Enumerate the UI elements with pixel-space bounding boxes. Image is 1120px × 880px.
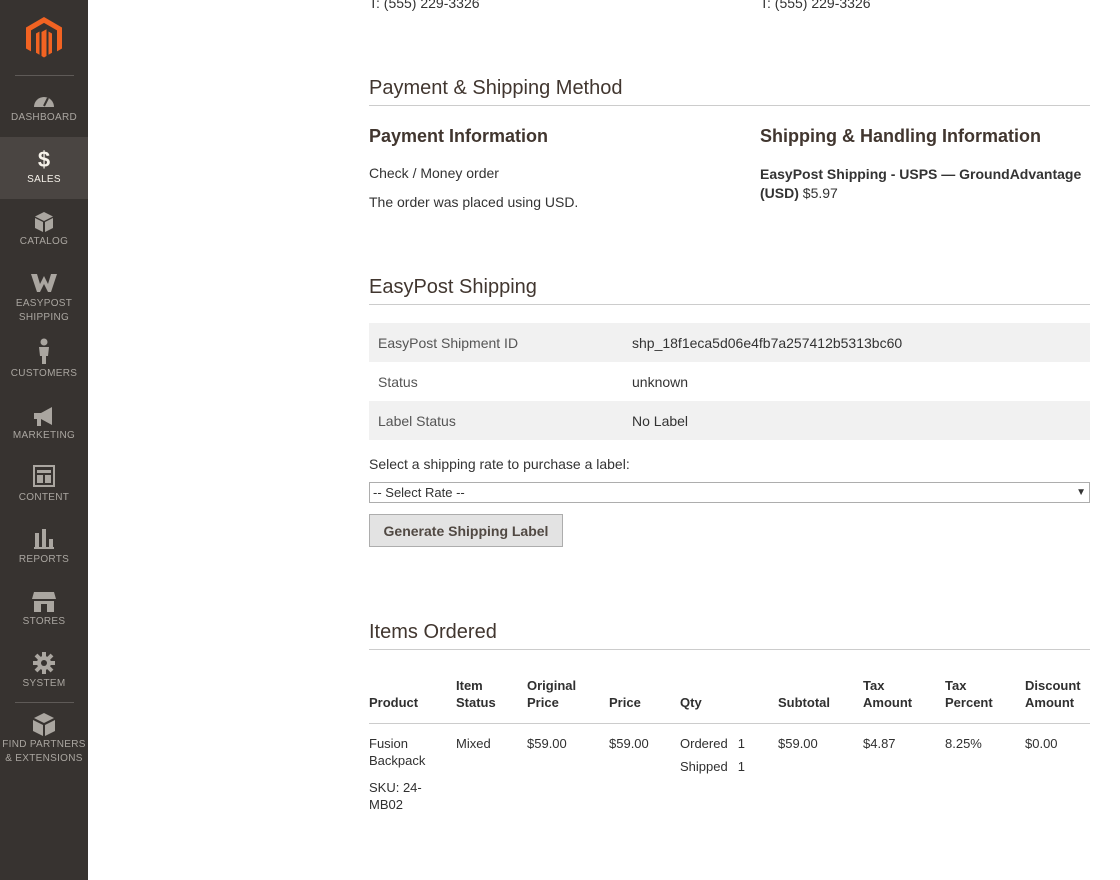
items-ordered-section-title: Items Ordered	[369, 621, 1090, 650]
store-icon	[0, 592, 88, 612]
sidebar-item-label: Content	[18, 492, 70, 503]
col-item-status: Item Status	[456, 670, 527, 724]
qty-shipped: Shipped 1	[680, 758, 745, 774]
shipping-phone: T: (555) 229-3326	[760, 0, 871, 11]
discount-amount-cell: $0.00	[1025, 735, 1058, 751]
table-header-row: Product Item Status Original Price Price Q…	[369, 670, 1090, 724]
shipping-method-line1: EasyPost Shipping - USPS — GroundAdvanta…	[760, 166, 1082, 182]
sidebar-item-reports[interactable]: Reports	[0, 519, 88, 581]
status-label: Status	[378, 373, 418, 390]
easypost-section-title: EasyPost Shipping	[369, 276, 1090, 305]
sidebar-item-label: Stores	[22, 616, 66, 627]
col-original-price: Original Price	[527, 670, 609, 724]
shipment-id-label: EasyPost Shipment ID	[369, 323, 623, 362]
col-tax-percent: Tax Percent	[945, 670, 1025, 724]
shipment-id-value: shp_18f1eca5d06e4fb7a257412b5313bc60	[623, 323, 1090, 362]
sidebar-item-customers[interactable]: Customers	[0, 333, 88, 395]
table-row: Label Status No Label	[369, 401, 1090, 440]
sidebar-item-label: Catalog	[19, 236, 69, 247]
sidebar-item-label: Marketing	[12, 430, 76, 441]
generate-shipping-label-button[interactable]: Generate Shipping Label	[369, 514, 563, 547]
cube-icon	[0, 211, 88, 233]
sidebar-item-content[interactable]: Content	[0, 457, 88, 519]
boxes-icon	[0, 713, 88, 737]
chevron-down-icon: ▼	[1076, 487, 1086, 498]
megaphone-icon	[0, 407, 88, 427]
sidebar-item-label: Find Partners & Extensions	[2, 739, 86, 764]
sidebar-item-label: Reports	[18, 554, 70, 565]
sidebar-item-label: EasyPost Shipping	[15, 298, 73, 323]
select-rate-label: Select a shipping rate to purchase a lab…	[369, 456, 630, 472]
table-row: EasyPost Shipment ID shp_18f1eca5d06e4fb…	[369, 323, 1090, 362]
sidebar-item-catalog[interactable]: Catalog	[0, 199, 88, 261]
gear-icon	[0, 652, 88, 674]
sidebar-item-dashboard[interactable]: Dashboard	[0, 76, 88, 138]
qty-ordered: Ordered 1	[680, 735, 745, 751]
sidebar-item-label: Sales	[27, 174, 61, 185]
col-qty: Qty	[680, 670, 778, 724]
easypost-icon	[0, 274, 88, 292]
select-rate-value: -- Select Rate --	[373, 485, 465, 500]
bar-chart-icon	[0, 529, 88, 549]
sidebar-item-label: Dashboard	[10, 112, 78, 123]
sidebar-item-label: System	[22, 678, 66, 689]
product-cell: Fusion Backpack SKU: 24- MB02	[369, 723, 456, 813]
currency-note: The order was placed using USD.	[369, 194, 579, 210]
sidebar-item-easypost-shipping[interactable]: EasyPost Shipping	[0, 261, 88, 333]
original-price-cell: $59.00	[527, 735, 567, 751]
sidebar-item-stores[interactable]: Stores	[0, 581, 88, 643]
shipping-method-line2: (USD)	[760, 185, 799, 201]
qty-cell: Ordered 1 Shipped 1	[680, 723, 778, 813]
person-icon	[0, 338, 88, 364]
label-status-label: Label Status	[369, 401, 623, 440]
table-row: Status unknown	[369, 362, 1090, 401]
sidebar-item-sales[interactable]: $ Sales	[0, 137, 88, 199]
payment-method: Check / Money order	[369, 165, 499, 181]
col-subtotal: Subtotal	[778, 670, 863, 724]
sidebar-divider	[15, 702, 74, 703]
col-product: Product	[369, 670, 456, 724]
sidebar-item-label: Customers	[10, 368, 78, 379]
payment-shipping-section-title: Payment & Shipping Method	[369, 77, 1090, 106]
subtotal-cell: $59.00	[778, 735, 818, 751]
dollar-icon: $	[37, 147, 51, 172]
col-price: Price	[609, 670, 680, 724]
shipping-price: $5.97	[802, 185, 838, 201]
magento-logo-icon	[26, 17, 62, 58]
col-tax-amount: Tax Amount	[863, 670, 945, 724]
dashboard-icon	[0, 92, 88, 108]
magento-logo[interactable]	[0, 0, 88, 75]
shipping-info-title: Shipping & Handling Information	[760, 126, 1041, 146]
tax-amount-cell: $4.87	[863, 735, 896, 751]
sidebar-item-marketing[interactable]: Marketing	[0, 395, 88, 457]
label-status-value: No Label	[623, 401, 1090, 440]
shipping-rate-select[interactable]: -- Select Rate -- ▼	[369, 482, 1090, 503]
price-cell: $59.00	[609, 735, 649, 751]
sidebar-item-find-partners[interactable]: Find Partners & Extensions	[0, 705, 88, 777]
product-sku: SKU: 24- MB02	[369, 779, 422, 812]
product-name: Fusion Backpack	[369, 735, 426, 768]
admin-sidebar: Dashboard $ Sales Catalog EasyPost Shipp…	[0, 0, 88, 880]
table-row: Fusion Backpack SKU: 24- MB02 Mixed $59.00…	[369, 723, 1090, 813]
item-status-cell: Mixed	[456, 735, 491, 751]
shipping-method: EasyPost Shipping - USPS — GroundAdvanta…	[760, 165, 1081, 203]
items-ordered-table: Product Item Status Original Price Price Q…	[369, 670, 1090, 813]
easypost-info-table: EasyPost Shipment ID shp_18f1eca5d06e4fb…	[369, 323, 1090, 440]
layout-icon	[0, 465, 88, 487]
status-value: unknown	[632, 373, 689, 390]
payment-info-title: Payment Information	[369, 126, 549, 146]
tax-percent-cell: 8.25%	[945, 735, 982, 751]
sidebar-item-system[interactable]: System	[0, 643, 88, 705]
billing-phone: T: (555) 229-3326	[369, 0, 480, 11]
col-discount-amount: Discount Amount	[1025, 670, 1090, 724]
